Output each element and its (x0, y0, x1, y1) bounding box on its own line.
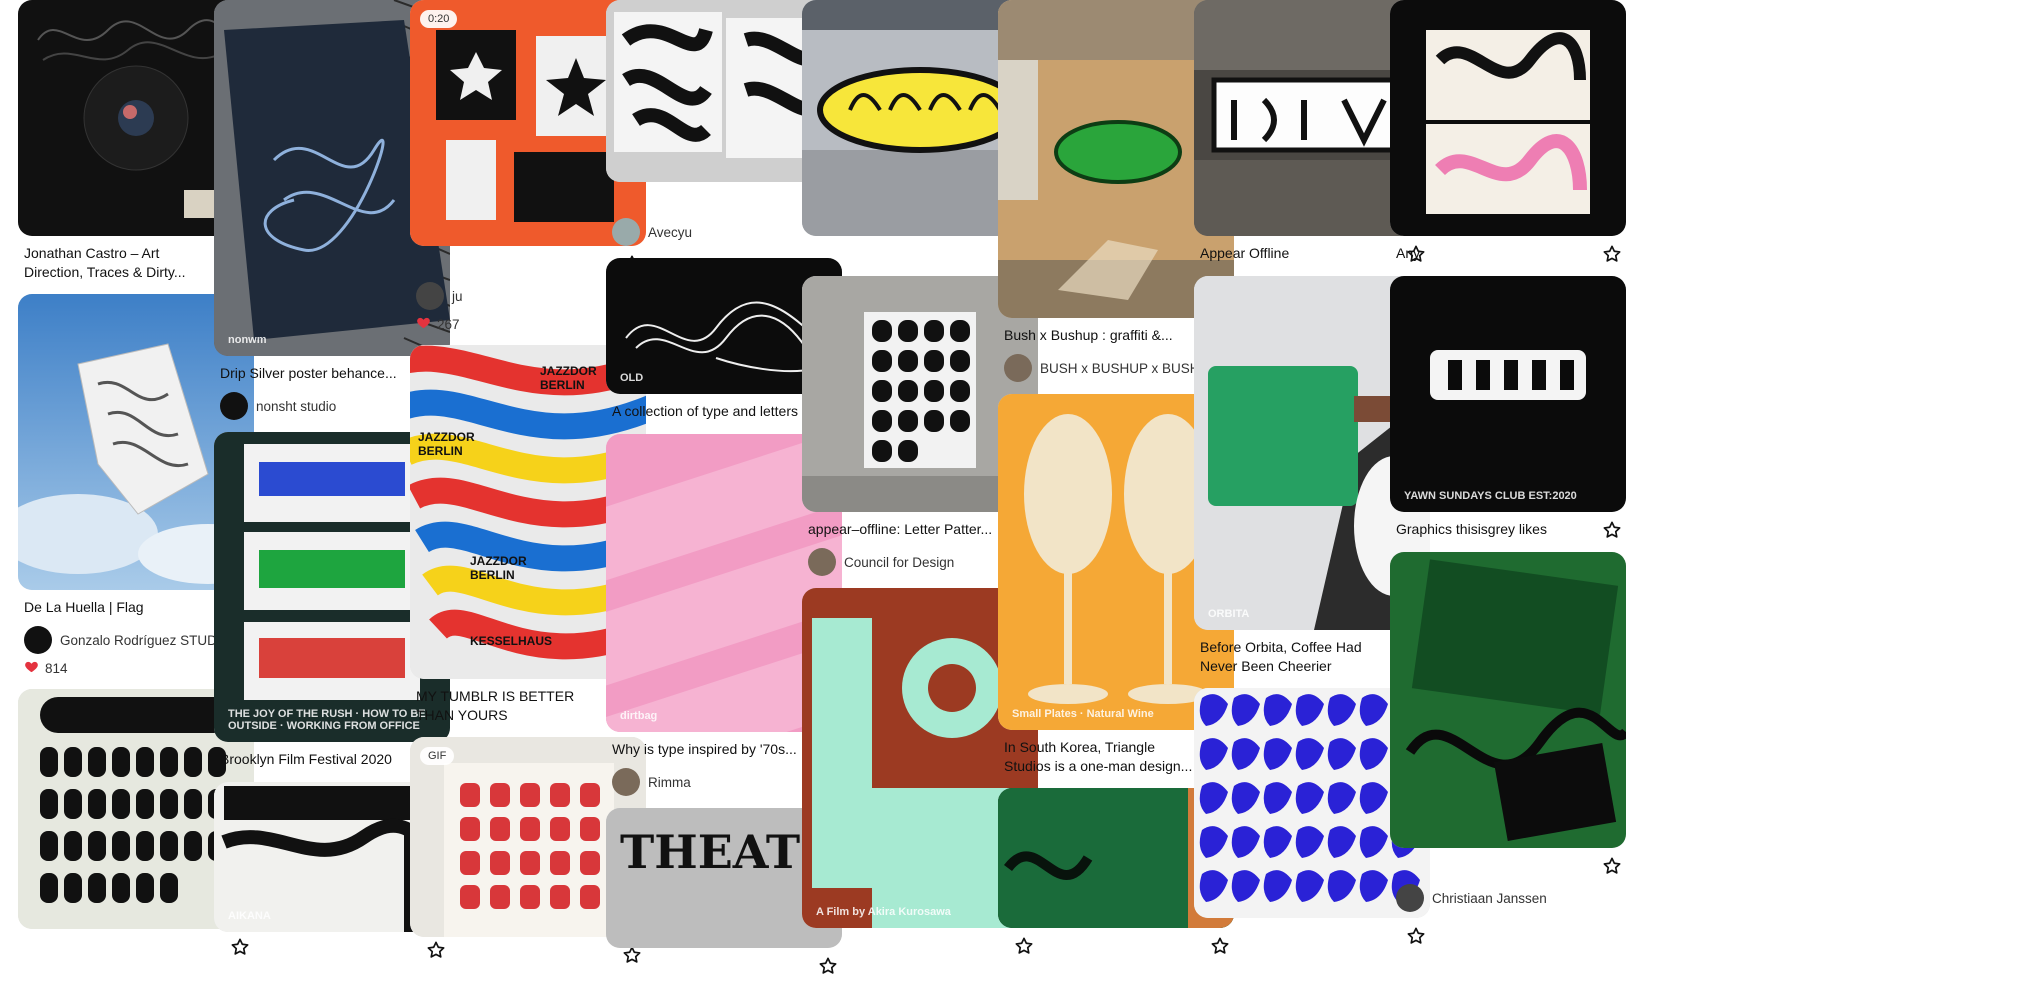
avatar[interactable] (1396, 884, 1424, 912)
svg-text:KESSELHAUS: KESSELHAUS (470, 634, 552, 648)
author-name[interactable]: Gonzalo Rodríguez STUDIO (60, 633, 231, 648)
image-text: AIKANA (228, 910, 271, 922)
pin-meta (1390, 848, 1626, 876)
pin-title[interactable]: De La Huella | Flag (24, 598, 220, 617)
media-badge: 0:20 (420, 10, 458, 28)
pin-title[interactable]: Drip Silver poster behance... (220, 364, 416, 383)
media-badge: GIF (420, 747, 455, 765)
image-text: OLD (620, 372, 644, 384)
author-name[interactable]: ju (452, 289, 463, 304)
pin-author[interactable]: Christiaan Janssen (1390, 876, 1626, 912)
avatar[interactable] (808, 548, 836, 576)
heart-icon (416, 315, 431, 333)
author-name[interactable]: nonsht studio (256, 399, 336, 414)
image-text: dirtbag (620, 710, 658, 722)
pin-title[interactable]: Why is type inspired by '70s... (612, 740, 808, 759)
pin-column: Any YAWN SUNDAYS CLUB EST:2020 Graphics t… (1390, 0, 1626, 924)
pin-title[interactable]: Brooklyn Film Festival 2020 (220, 750, 416, 769)
pin-title[interactable]: In South Korea, Triangle Studios is a on… (1004, 738, 1200, 776)
avatar[interactable] (416, 282, 444, 310)
svg-text:BERLIN: BERLIN (418, 444, 463, 458)
pin-card[interactable]: YAWN SUNDAYS CLUB EST:2020 Graphics thisi… (1390, 276, 1626, 540)
image-text: THE JOY OF THE RUSH · HOW TO BE OUTSIDE … (228, 708, 426, 732)
star-icon[interactable] (1602, 244, 1622, 264)
image-text: ORBITA (1208, 608, 1250, 620)
heart-icon (24, 659, 39, 677)
pin-title[interactable]: MY TUMBLR IS BETTER THAN YOURS (416, 687, 612, 725)
like-count: 267 (437, 316, 460, 332)
image-text: nonwm (228, 334, 267, 346)
star-icon[interactable] (1406, 926, 1426, 946)
author-name[interactable]: Council for Design (844, 555, 954, 570)
pin-title[interactable]: appear–offline: Letter Patter... (808, 520, 1004, 539)
avatar[interactable] (24, 626, 52, 654)
pin-title[interactable]: A collection of type and letters (612, 402, 808, 421)
like-count: 814 (45, 660, 68, 676)
svg-text:BERLIN: BERLIN (470, 568, 515, 582)
image-text: YAWN SUNDAYS CLUB EST:2020 (1404, 490, 1577, 502)
svg-text:BERLIN: BERLIN (540, 378, 585, 392)
svg-text:THEAT: THEAT (620, 825, 800, 879)
author-name[interactable]: Rimma (648, 775, 691, 790)
image-text: Small Plates · Natural Wine (1012, 708, 1154, 720)
svg-text:JAZZDOR: JAZZDOR (470, 554, 527, 568)
author-name[interactable]: Christiaan Janssen (1432, 891, 1547, 906)
pin-title[interactable]: Jonathan Castro – Art Direction, Traces … (24, 244, 220, 282)
avatar[interactable] (1004, 354, 1032, 382)
pin-card[interactable]: Any (1390, 0, 1626, 264)
pin-meta: Any (1390, 236, 1626, 264)
author-name[interactable]: Avecyu (648, 225, 692, 240)
svg-text:JAZZDOR: JAZZDOR (418, 430, 475, 444)
pin-image[interactable]: YAWN SUNDAYS CLUB EST:2020 (1390, 276, 1626, 512)
pin-title[interactable]: Any (1396, 244, 1592, 263)
pin-image[interactable] (1390, 552, 1626, 848)
avatar[interactable] (612, 218, 640, 246)
svg-text:JAZZDOR: JAZZDOR (540, 364, 597, 378)
pin-title[interactable]: Graphics thisisgrey likes (1396, 520, 1592, 539)
pin-title[interactable]: Appear Offline (1200, 244, 1396, 263)
pin-meta: Graphics thisisgrey likes (1390, 512, 1626, 540)
image-text: A Film by Akira Kurosawa (816, 906, 951, 918)
avatar[interactable] (220, 392, 248, 420)
star-icon[interactable] (1602, 520, 1622, 540)
pin-title[interactable]: Bush x Bushup : graffiti &... (1004, 326, 1200, 345)
star-icon[interactable] (1602, 856, 1622, 876)
pin-title[interactable]: Before Orbita, Coffee Had Never Been Che… (1200, 638, 1396, 676)
pin-image[interactable] (1390, 0, 1626, 236)
avatar[interactable] (612, 768, 640, 796)
pin-card[interactable]: Christiaan Janssen (1390, 552, 1626, 912)
